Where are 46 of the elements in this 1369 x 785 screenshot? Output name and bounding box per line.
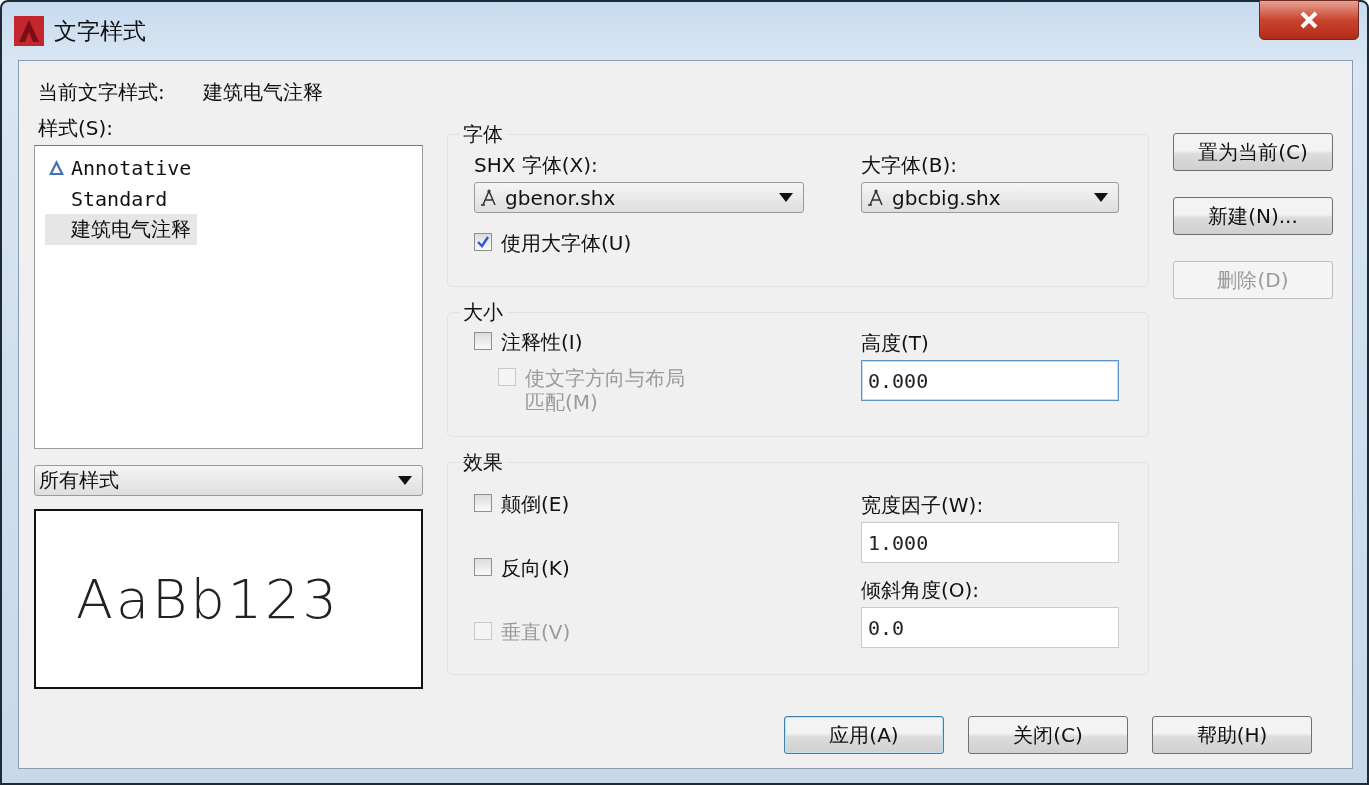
annotative-icon <box>48 159 65 176</box>
style-list-item[interactable]: 建筑电气注释 <box>45 214 197 245</box>
caret-icon <box>398 476 412 485</box>
checkbox[interactable] <box>474 558 492 576</box>
window-title: 文字样式 <box>54 16 146 46</box>
current-style-value: 建筑电气注释 <box>202 78 323 106</box>
group-title: 效果 <box>462 449 504 476</box>
dropdown[interactable]: gbenor.shx <box>474 182 804 213</box>
style-list-item[interactable]: Annotative <box>45 152 198 183</box>
caret-icon <box>1094 193 1108 202</box>
dropdown[interactable]: gbcbig.shx <box>861 182 1119 213</box>
text-field[interactable]: 1.000 <box>861 522 1119 563</box>
field-label: 倾斜角度(O): <box>861 577 981 604</box>
field-label: 高度(T) <box>861 330 930 357</box>
checkbox[interactable] <box>474 494 492 512</box>
field-label: SHX 字体(X): <box>474 152 599 179</box>
checkbox[interactable] <box>474 332 492 350</box>
button[interactable]: 新建(N)... <box>1173 197 1333 235</box>
button[interactable]: 关闭(C) <box>968 716 1128 754</box>
styles-label: 样式(S): <box>38 115 115 142</box>
checkbox-label: 注释性(I) <box>501 330 583 354</box>
checkbox-label: 反向(K) <box>501 556 570 580</box>
close-button[interactable] <box>1259 0 1359 40</box>
checkbox[interactable] <box>474 233 492 251</box>
checkbox-label: 使文字方向与布局匹配(M) <box>525 366 686 414</box>
field-label: 宽度因子(W): <box>861 492 985 519</box>
preview-text: AaBb123 <box>76 567 340 631</box>
button[interactable]: 帮助(H) <box>1152 716 1312 754</box>
compass-icon <box>866 187 886 208</box>
current-style-label: 当前文字样式: <box>38 78 165 106</box>
checkbox-label: 垂直(V) <box>501 620 571 644</box>
caret-icon <box>779 193 793 202</box>
app-logo-icon <box>14 16 44 46</box>
close-icon <box>1299 11 1319 29</box>
dropdown[interactable]: 所有样式 <box>34 465 423 496</box>
text-field[interactable]: 0.0 <box>861 607 1119 648</box>
checkbox-label: 使用大字体(U) <box>501 231 632 255</box>
style-list-item[interactable]: Standard <box>45 183 174 214</box>
compass-icon <box>479 187 499 208</box>
text-field[interactable]: 0.000 <box>861 360 1119 401</box>
button[interactable]: 置为当前(C) <box>1173 133 1333 171</box>
group-title: 字体 <box>462 121 504 148</box>
button[interactable]: 应用(A) <box>784 716 944 754</box>
field-label: 大字体(B): <box>861 152 959 179</box>
checkbox-label: 颠倒(E) <box>501 492 570 516</box>
group-title: 大小 <box>462 299 504 326</box>
